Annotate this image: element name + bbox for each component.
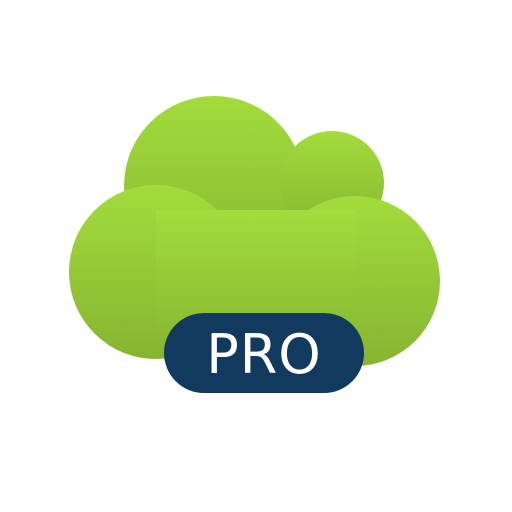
app-icon[interactable]: PRO	[0, 0, 512, 512]
pro-badge-label: PRO	[206, 323, 322, 386]
pro-badge: PRO	[164, 313, 364, 393]
cloud-icon	[69, 96, 440, 366]
